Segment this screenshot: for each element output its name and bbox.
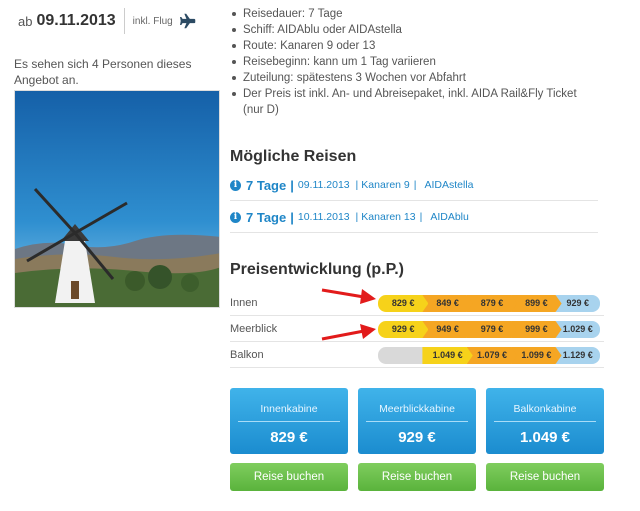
separator: | xyxy=(352,211,359,223)
flight-included-label: inkl. Flug xyxy=(132,15,173,27)
cabin-price: 929 € xyxy=(398,429,436,446)
price-segment: 1.099 € xyxy=(511,347,561,364)
departure-date: 09.11.2013 xyxy=(36,12,116,29)
annotation-arrow-icon xyxy=(321,324,376,341)
detail-item: Schiff: AIDAblu oder AIDAstella xyxy=(230,22,600,38)
viewers-notice: Es sehen sich 4 Personen dieses Angebot … xyxy=(14,57,192,87)
price-bar: 929 €949 €979 €999 €1.029 € xyxy=(378,321,600,338)
cabin-name: Meerblickkabine xyxy=(379,403,455,415)
price-segment: 1.129 € xyxy=(555,347,600,364)
info-icon: i xyxy=(230,211,241,223)
annotation-arrow-icon xyxy=(321,288,376,304)
info-icon: i xyxy=(230,179,241,191)
trips-heading: Mögliche Reisen xyxy=(230,148,357,165)
detail-item: Reisedauer: 7 Tage xyxy=(230,6,600,22)
trip-route: Kanaren 13 xyxy=(361,211,416,223)
price-heading: Preisentwicklung (p.P.) xyxy=(230,261,404,278)
price-segment: 929 € xyxy=(555,295,600,312)
price-segment: 849 € xyxy=(422,295,472,312)
price-segment: 899 € xyxy=(511,295,561,312)
date-prefix: ab xyxy=(18,13,33,29)
trip-option[interactable]: i 7 Tage | 10.11.2013 | Kanaren 13 | AID… xyxy=(230,202,598,233)
trip-details-list: Reisedauer: 7 Tage Schiff: AIDAblu oder … xyxy=(230,6,600,118)
cabin-box-innen[interactable]: Innenkabine 829 € xyxy=(230,388,348,454)
divider xyxy=(366,421,468,422)
trip-date: 09.11.2013 xyxy=(297,179,350,191)
trip-date: 10.11.2013 xyxy=(297,211,350,223)
divider xyxy=(494,421,596,422)
price-segment: 879 € xyxy=(467,295,517,312)
trip-ship: AIDAstella xyxy=(424,179,474,191)
price-bar: 829 €849 €879 €899 €929 € xyxy=(378,295,600,312)
book-button-meerblick[interactable]: Reise buchen xyxy=(358,463,476,491)
detail-item: Der Preis ist inkl. An- und Abreisepaket… xyxy=(230,86,600,118)
price-segment: 829 € xyxy=(378,295,428,312)
cabin-price: 1.049 € xyxy=(519,429,571,446)
price-segment: 949 € xyxy=(422,321,472,338)
separator: | xyxy=(352,179,359,191)
separator: | xyxy=(419,211,423,223)
price-segment-empty xyxy=(378,347,428,364)
price-row-label: Innen xyxy=(230,297,258,309)
destination-photo xyxy=(14,90,220,308)
departure-date-row: ab 09.11.2013 inkl. Flug xyxy=(18,6,197,36)
price-segment: 1.049 € xyxy=(422,347,472,364)
price-row-label: Meerblick xyxy=(230,323,278,335)
cabin-box-balkon[interactable]: Balkonkabine 1.049 € xyxy=(486,388,604,454)
divider xyxy=(238,421,340,422)
separator: | xyxy=(413,179,417,191)
price-segment: 929 € xyxy=(378,321,428,338)
price-row-balkon: Balkon 1.049 €1.079 €1.099 €1.129 € xyxy=(230,344,604,368)
detail-item: Reisebeginn: kann um 1 Tag variieren xyxy=(230,54,600,70)
price-row-innen: Innen 829 €849 €879 €899 €929 € xyxy=(230,292,604,316)
price-bar: 1.049 €1.079 €1.099 €1.129 € xyxy=(378,347,600,364)
price-segment: 1.029 € xyxy=(555,321,600,338)
price-segment: 1.079 € xyxy=(467,347,517,364)
detail-item: Route: Kanaren 9 oder 13 xyxy=(230,38,600,54)
trip-duration[interactable]: 7 Tage xyxy=(246,210,286,225)
cabin-name: Innenkabine xyxy=(260,403,318,415)
cabin-price: 829 € xyxy=(270,429,308,446)
trip-ship: AIDAblu xyxy=(430,211,469,223)
cabin-box-meerblick[interactable]: Meerblickkabine 929 € xyxy=(358,388,476,454)
book-button-innen[interactable]: Reise buchen xyxy=(230,463,348,491)
price-segment: 999 € xyxy=(511,321,561,338)
cabin-name: Balkonkabine xyxy=(513,403,577,415)
book-button-balkon[interactable]: Reise buchen xyxy=(486,463,604,491)
divider xyxy=(123,8,125,34)
trip-option[interactable]: i 7 Tage | 09.11.2013 | Kanaren 9 | AIDA… xyxy=(230,170,598,201)
detail-item: Zuteilung: spätestens 3 Wochen vor Abfah… xyxy=(230,70,600,86)
price-row-meerblick: Meerblick 929 €949 €979 €999 €1.029 € xyxy=(230,318,604,342)
trip-duration[interactable]: 7 Tage xyxy=(246,178,286,193)
price-row-label: Balkon xyxy=(230,349,264,361)
trip-route: Kanaren 9 xyxy=(361,179,410,191)
airplane-icon xyxy=(179,13,197,29)
separator: | xyxy=(290,177,294,193)
price-segment: 979 € xyxy=(467,321,517,338)
separator: | xyxy=(290,209,294,225)
